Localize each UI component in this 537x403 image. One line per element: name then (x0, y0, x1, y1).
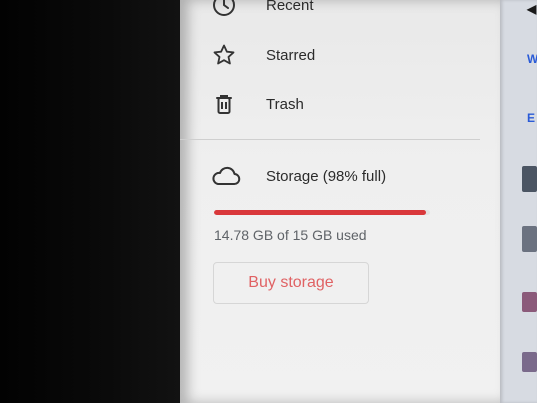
file-thumbnail[interactable] (522, 352, 537, 372)
sidebar-item-label: Starred (266, 46, 316, 64)
dark-background (0, 0, 180, 403)
buy-storage-button[interactable]: Buy storage (213, 262, 369, 304)
divider (180, 139, 480, 140)
clock-icon (210, 0, 238, 19)
file-thumbnail[interactable] (522, 226, 537, 252)
storage-progress-bar (214, 210, 430, 215)
cloud-icon (210, 162, 242, 190)
file-thumbnail[interactable] (522, 292, 537, 312)
sidebar-item-recent[interactable]: Recent (210, 0, 480, 22)
sidebar-item-label: Recent (266, 0, 314, 14)
sidebar-item-trash[interactable]: Trash (210, 87, 480, 121)
window-control-icon: ◀ (527, 2, 537, 16)
file-thumbnail[interactable] (522, 166, 537, 192)
sidebar-item-starred[interactable]: Starred (210, 38, 480, 72)
sidebar-item-label: Trash (266, 95, 304, 113)
storage-progress-fill (214, 210, 426, 215)
file-type-letter: W (527, 52, 537, 66)
star-icon (210, 41, 238, 69)
drive-sidebar: Recent Starred Trash Storage (98% full) … (180, 0, 500, 403)
file-type-letter: E (527, 111, 536, 125)
storage-label: Storage (98% full) (266, 167, 387, 185)
storage-used-text: 14.78 GB of 15 GB used (214, 227, 367, 243)
sidebar-item-storage[interactable]: Storage (98% full) (210, 159, 480, 193)
trash-icon (210, 90, 238, 118)
